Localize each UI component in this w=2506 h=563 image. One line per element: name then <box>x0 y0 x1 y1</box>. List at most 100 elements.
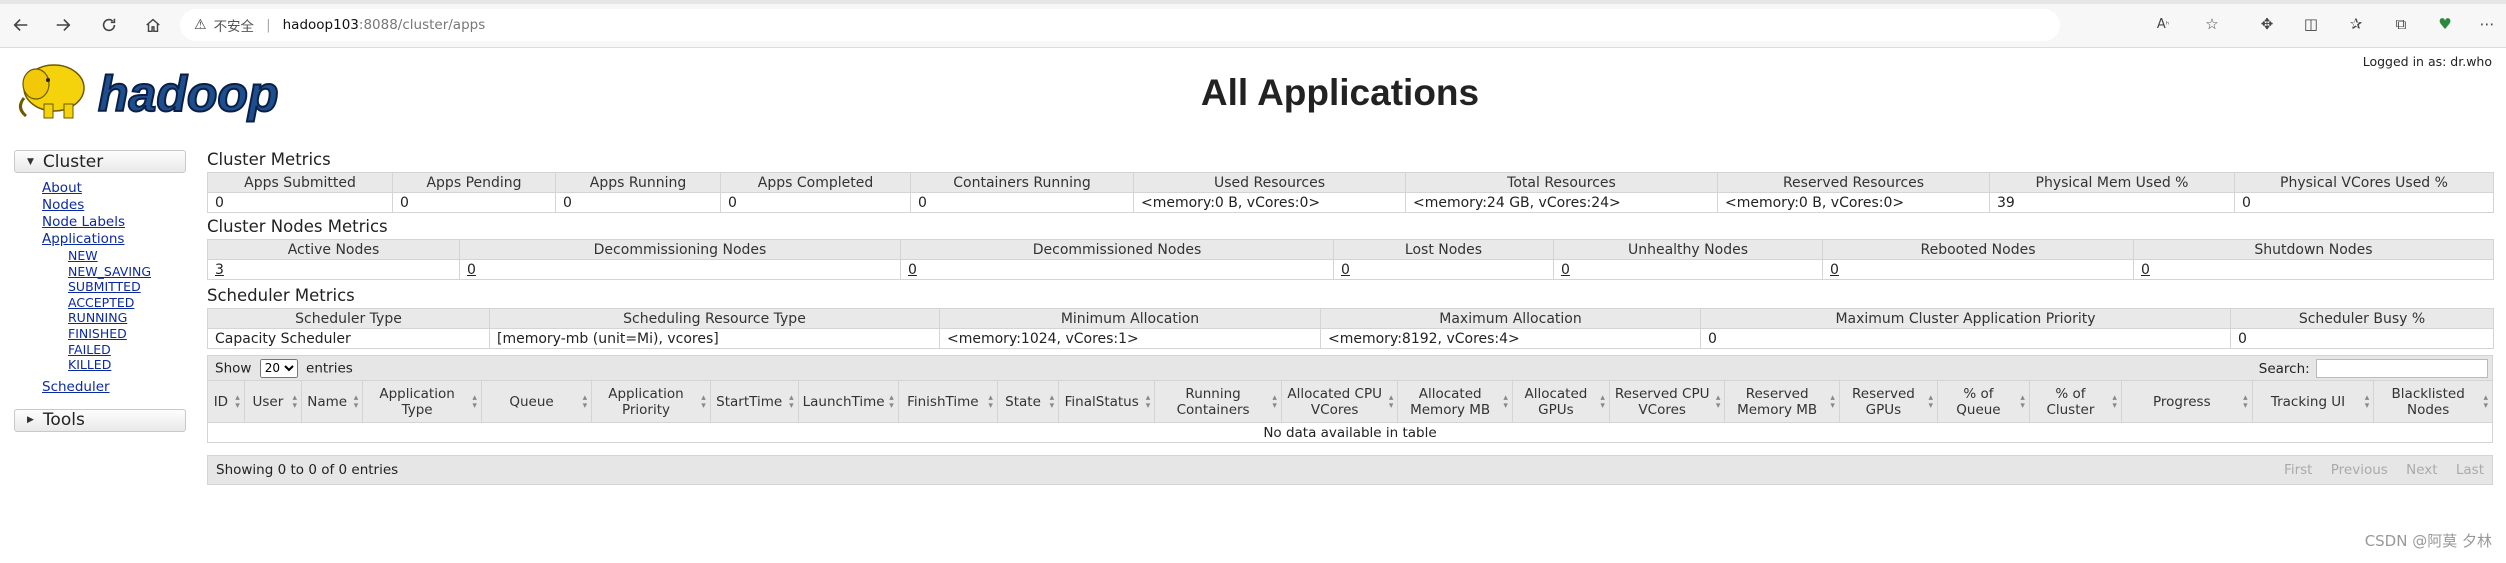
sort-icon[interactable]: ▴ ▾ <box>472 393 477 410</box>
state-link-new-saving[interactable]: NEW_SAVING <box>68 264 186 280</box>
metric-value: 0 <box>2234 192 2494 213</box>
sort-icon[interactable]: ▴ ▾ <box>235 393 240 410</box>
read-aloud-icon[interactable]: Aʰ <box>2152 13 2174 35</box>
sort-icon[interactable]: ▴ ▾ <box>583 393 588 410</box>
sort-icon[interactable]: ▴ ▾ <box>1050 393 1055 410</box>
forward-button[interactable] <box>50 12 76 38</box>
sort-icon[interactable]: ▴ ▾ <box>1830 393 1835 410</box>
favorites-list-icon[interactable]: ✰ <box>2345 13 2367 35</box>
url-path[interactable]: :8088/cluster/apps <box>359 17 485 33</box>
sidebar-link-node-labels[interactable]: Node Labels <box>42 214 186 231</box>
column-header[interactable]: Reserved Memory MB ▴ ▾ <box>1724 380 1840 423</box>
state-link-running[interactable]: RUNNING <box>68 310 186 326</box>
sort-icon[interactable]: ▴ ▾ <box>2483 393 2488 410</box>
sort-icon[interactable]: ▴ ▾ <box>701 393 706 410</box>
decommissioning-nodes-link[interactable]: 0 <box>467 262 476 278</box>
state-link-finished[interactable]: FINISHED <box>68 326 186 342</box>
sort-icon[interactable]: ▴ ▾ <box>1600 393 1605 410</box>
page-size-select[interactable]: 20 <box>259 358 298 378</box>
sort-icon[interactable]: ▴ ▾ <box>2020 393 2025 410</box>
sort-icon[interactable]: ▴ ▾ <box>1389 393 1394 410</box>
column-header[interactable]: Tracking UI ▴ ▾ <box>2251 380 2375 423</box>
sort-icon[interactable]: ▴ ▾ <box>2112 393 2117 410</box>
browser-essentials-icon[interactable]: ♥ <box>2434 13 2456 35</box>
sort-icon[interactable]: ▴ ▾ <box>2243 393 2248 410</box>
pager-previous-button[interactable]: Previous <box>2331 462 2388 478</box>
active-nodes-link[interactable]: 3 <box>215 262 224 278</box>
metric-header: Shutdown Nodes <box>2133 239 2494 260</box>
column-header[interactable]: Queue ▴ ▾ <box>480 380 593 423</box>
refresh-button[interactable] <box>96 12 122 38</box>
column-header[interactable]: StartTime ▴ ▾ <box>709 380 799 423</box>
column-header[interactable]: Running Containers ▴ ▾ <box>1154 380 1282 423</box>
decommissioned-nodes-link[interactable]: 0 <box>908 262 917 278</box>
lost-nodes-link[interactable]: 0 <box>1341 262 1350 278</box>
column-header[interactable]: FinalStatus ▴ ▾ <box>1058 380 1156 423</box>
metric-value: 0 <box>910 192 1134 213</box>
state-link-submitted[interactable]: SUBMITTED <box>68 279 186 295</box>
logged-in-user: Logged in as: dr.who <box>2362 54 2492 69</box>
column-header[interactable]: % of Cluster ▴ ▾ <box>2028 380 2122 423</box>
state-link-new[interactable]: NEW <box>68 248 186 264</box>
pager-last-button[interactable]: Last <box>2456 462 2484 478</box>
sort-icon[interactable]: ▴ ▾ <box>1272 393 1277 410</box>
column-header[interactable]: FinishTime ▴ ▾ <box>897 380 998 423</box>
column-header[interactable]: Reserved GPUs ▴ ▾ <box>1838 380 1938 423</box>
unhealthy-nodes-link[interactable]: 0 <box>1561 262 1570 278</box>
cluster-menu-header[interactable]: ▼ Cluster <box>14 150 186 173</box>
favorite-star-icon[interactable]: ☆ <box>2201 13 2223 35</box>
metric-header: Scheduling Resource Type <box>489 308 940 329</box>
pager-first-button[interactable]: First <box>2284 462 2312 478</box>
search-input[interactable] <box>2316 358 2488 378</box>
sort-icon[interactable]: ▴ ▾ <box>988 393 993 410</box>
sidebar-link-about[interactable]: About <box>42 180 186 197</box>
sort-icon[interactable]: ▴ ▾ <box>889 393 894 410</box>
state-link-accepted[interactable]: ACCEPTED <box>68 295 186 311</box>
split-screen-icon[interactable]: ◫ <box>2300 13 2322 35</box>
column-header[interactable]: LaunchTime ▴ ▾ <box>797 380 899 423</box>
cluster-menu-label: Cluster <box>42 151 104 172</box>
sidebar-link-nodes[interactable]: Nodes <box>42 197 186 214</box>
column-header[interactable]: Name ▴ ▾ <box>300 380 364 423</box>
column-header[interactable]: % of Queue ▴ ▾ <box>1936 380 2030 423</box>
state-link-failed[interactable]: FAILED <box>68 342 186 358</box>
collections-icon[interactable]: ⧉ <box>2390 13 2412 35</box>
column-header[interactable]: Allocated Memory MB ▴ ▾ <box>1397 380 1513 423</box>
column-header[interactable]: Blacklisted Nodes ▴ ▾ <box>2373 380 2493 423</box>
shutdown-nodes-link[interactable]: 0 <box>2141 262 2150 278</box>
sort-icon[interactable]: ▴ ▾ <box>292 393 297 410</box>
extensions-icon[interactable]: ✥ <box>2256 13 2278 35</box>
column-header[interactable]: State ▴ ▾ <box>996 380 1060 423</box>
sort-icon[interactable]: ▴ ▾ <box>789 393 794 410</box>
address-bar[interactable]: ⚠ 不安全 | hadoop103:8088/cluster/apps <box>180 9 2060 41</box>
sidebar-link-applications[interactable]: Applications <box>42 231 186 248</box>
scheduler-metrics-title: Scheduler Metrics <box>207 286 355 305</box>
state-link-killed[interactable]: KILLED <box>68 357 186 373</box>
sort-icon[interactable]: ▴ ▾ <box>354 393 359 410</box>
sort-icon[interactable]: ▴ ▾ <box>1716 393 1721 410</box>
column-header[interactable]: Application Priority ▴ ▾ <box>591 380 711 423</box>
url-host[interactable]: hadoop103 <box>283 17 359 33</box>
sidebar-link-scheduler[interactable]: Scheduler <box>42 379 186 396</box>
home-button[interactable] <box>140 12 166 38</box>
more-menu-icon[interactable]: ⋯ <box>2476 13 2498 35</box>
column-header[interactable]: Reserved CPU VCores ▴ ▾ <box>1608 380 1726 423</box>
insecure-label[interactable]: 不安全 <box>214 15 255 35</box>
metric-header: Maximum Cluster Application Priority <box>1700 308 2231 329</box>
sort-icon[interactable]: ▴ ▾ <box>1146 393 1151 410</box>
sort-icon[interactable]: ▴ ▾ <box>2365 393 2370 410</box>
back-button[interactable] <box>8 12 34 38</box>
column-header[interactable]: Application Type ▴ ▾ <box>362 380 482 423</box>
sort-icon[interactable]: ▴ ▾ <box>1928 393 1933 410</box>
column-header[interactable]: Progress ▴ ▾ <box>2120 380 2253 423</box>
column-header[interactable]: Allocated GPUs ▴ ▾ <box>1511 380 1610 423</box>
sort-icon[interactable]: ▴ ▾ <box>1503 393 1508 410</box>
pager-next-button[interactable]: Next <box>2406 462 2437 478</box>
column-header[interactable]: User ▴ ▾ <box>243 380 303 423</box>
column-header[interactable]: Allocated CPU VCores ▴ ▾ <box>1280 380 1399 423</box>
column-header[interactable]: ID ▴ ▾ <box>207 380 245 423</box>
logo-wordmark: hadoop <box>98 66 279 122</box>
rebooted-nodes-link[interactable]: 0 <box>1830 262 1839 278</box>
warning-icon[interactable]: ⚠ <box>194 17 207 33</box>
tools-menu-header[interactable]: ▶ Tools <box>14 408 186 432</box>
